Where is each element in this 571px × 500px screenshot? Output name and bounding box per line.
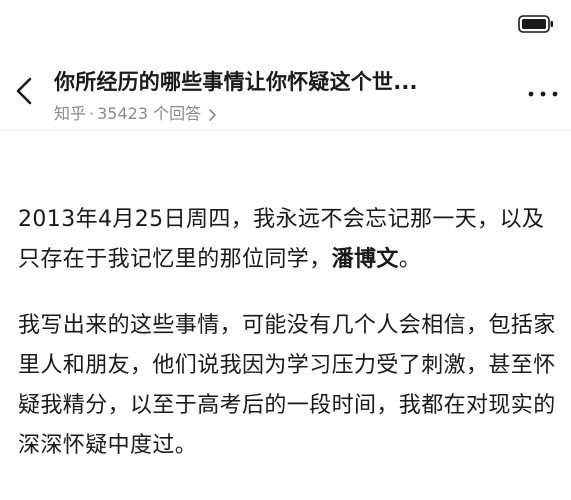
question-title[interactable]: 你所经历的哪些事情让你怀疑这个世...	[54, 66, 464, 96]
paragraph-text: 2013年4月25日周四，我永远不会忘记那一天，以及只存在于我记忆里的那位同学，	[18, 207, 545, 272]
chevron-left-icon	[16, 77, 32, 105]
answer-count: 35423 个回答	[97, 104, 202, 123]
answer-content: 2013年4月25日周四，我永远不会忘记那一天，以及只存在于我记忆里的那位同学，…	[18, 200, 558, 466]
screen: 你所经历的哪些事情让你怀疑这个世... 知乎 · 35423 个回答 2013年4月…	[0, 0, 571, 500]
highlighted-name: 潘博文	[331, 247, 399, 272]
chevron-right-icon	[209, 108, 217, 121]
answer-paragraph: 我写出来的这些事情，可能没有几个人会相信，包括家里人和朋友，他们说我因为学习压力…	[18, 313, 556, 458]
more-horizontal-icon	[528, 91, 558, 97]
status-bar	[0, 0, 571, 48]
question-header: 你所经历的哪些事情让你怀疑这个世... 知乎 · 35423 个回答	[0, 52, 571, 131]
more-button[interactable]	[526, 86, 560, 100]
paragraph-end: 。	[398, 247, 422, 272]
back-button[interactable]	[10, 74, 38, 108]
separator: ·	[89, 104, 95, 123]
answers-link[interactable]: 知乎 · 35423 个回答	[54, 100, 218, 124]
source-label: 知乎	[54, 104, 87, 123]
battery-icon	[518, 14, 554, 34]
answer-paragraph: 2013年4月25日周四，我永远不会忘记那一天，以及只存在于我记忆里的那位同学，…	[18, 200, 558, 280]
